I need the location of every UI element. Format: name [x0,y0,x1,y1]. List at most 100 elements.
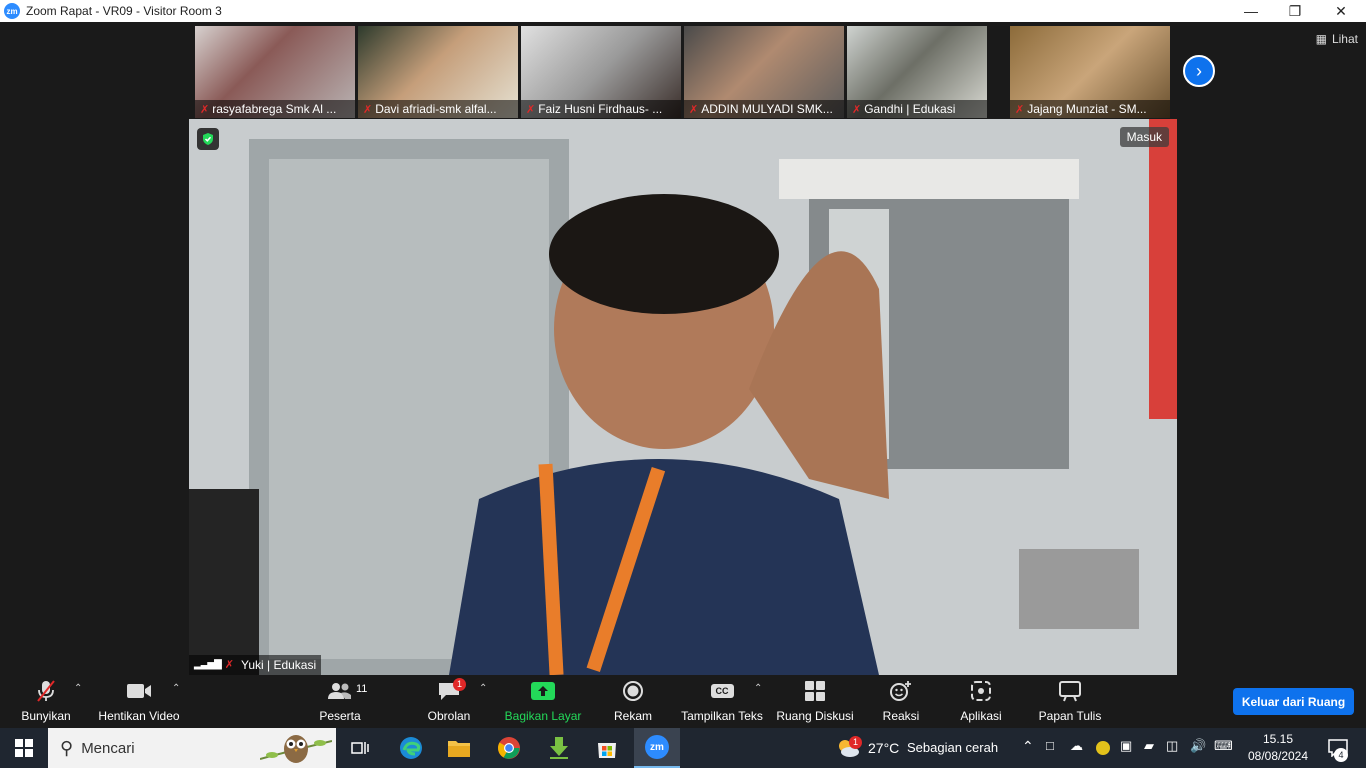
app-tray-icon[interactable] [1096,741,1110,755]
weather-alert-badge: 1 [849,736,863,749]
task-view-icon[interactable] [342,728,378,768]
camera-privacy-icon[interactable]: ▣ [1120,738,1132,754]
participant-name: ✗ ADDIN MULYADI SMK... [684,100,844,118]
download-manager-icon[interactable] [540,728,578,768]
participant-tile[interactable]: ✗ rasyafabrega Smk Al ... [195,26,355,118]
wifi-icon[interactable]: ◫ [1166,738,1178,754]
clock-date: 08/08/2024 [1247,749,1309,763]
share-screen-label: Bagikan Layar [504,709,582,723]
video-camera-icon [126,679,152,703]
emoji-add-icon [889,679,913,703]
breakout-rooms-label: Ruang Diskusi [776,709,854,723]
show-captions-button[interactable]: CC Tampilkan Teks [680,679,764,723]
breakout-rooms-icon [804,679,826,703]
reactions-button[interactable]: Reaksi [882,679,920,723]
clock[interactable]: 15.15 08/08/2024 [1244,731,1312,765]
close-button[interactable]: ✕ [1318,0,1364,22]
apps-label: Aplikasi [960,709,1002,723]
stop-video-label: Hentikan Video [98,709,180,723]
weather-icon[interactable] [832,728,864,768]
cloud-icon[interactable]: ☁ [1070,738,1083,754]
title-bar: zm Zoom Rapat - VR09 - Visitor Room 3 — … [0,0,1366,22]
owl-illustration-icon [260,735,332,763]
participants-label: Peserta [319,709,361,723]
weather-temperature[interactable]: 27°C [868,740,899,756]
leave-room-button[interactable]: Keluar dari Ruang [1233,688,1354,715]
reactions-label: Reaksi [882,709,920,723]
mic-muted-icon: ✗ [1015,104,1025,116]
chrome-browser-icon[interactable] [490,728,528,768]
signal-strength-icon: ▂▃▅▇ [194,659,222,670]
record-button[interactable]: Rekam [612,679,654,723]
edge-browser-icon[interactable] [392,728,430,768]
audio-options-caret-icon[interactable]: ⌃ [74,683,82,694]
show-hidden-icons-chevron-icon[interactable]: ⌃ [1022,738,1034,755]
mic-muted-icon: ✗ [363,104,373,116]
breakout-rooms-button[interactable]: Ruang Diskusi [776,679,854,723]
window-title: Zoom Rapat - VR09 - Visitor Room 3 [26,4,222,18]
next-page-button[interactable]: › [1183,55,1215,87]
closed-captions-icon: CC [710,679,734,703]
stop-video-button[interactable]: Hentikan Video [96,679,182,723]
start-button[interactable] [0,728,48,768]
windows-logo-icon [15,739,33,757]
network-adapter-icon[interactable]: □ [1046,738,1054,753]
mic-muted-icon [35,679,57,703]
participant-name: ✗ rasyafabrega Smk Al ... [195,100,355,118]
taskbar-search-box[interactable]: ⚲ Mencari [48,728,336,768]
meeting-stage: ✗ rasyafabrega Smk Al ... ✗ Davi afriadi-s… [0,22,1366,677]
shield-icon[interactable] [197,128,219,150]
weather-description[interactable]: Sebagian cerah [907,740,998,755]
search-placeholder: Mencari [81,739,135,757]
keyboard-icon[interactable]: ⌨ [1214,738,1233,754]
chat-options-caret-icon[interactable]: ⌃ [479,683,487,694]
windows-taskbar: ⚲ Mencari zm 1 27°C Sebagian cerah ⌃ □ ☁ [0,728,1366,768]
record-icon [622,679,644,703]
video-options-caret-icon[interactable]: ⌃ [172,683,180,694]
participant-tile[interactable]: ✗ Faiz Husni Firdhaus- ... [521,26,681,118]
restore-button[interactable]: ❐ [1272,0,1318,22]
zoom-taskbar-icon[interactable]: zm [634,728,680,768]
chevron-right-icon: › [1196,60,1202,81]
captions-options-caret-icon[interactable]: ⌃ [754,683,762,694]
share-screen-button[interactable]: Bagikan Layar [504,679,582,723]
file-explorer-icon[interactable] [440,728,478,768]
participant-tile[interactable]: ✗ Davi afriadi-smk alfal... [358,26,518,118]
apps-icon [970,679,992,703]
mic-muted-icon: ✗ [689,104,699,116]
view-button[interactable]: ▦ Lihat [1316,32,1358,46]
unmute-label: Bunyikan [21,709,71,723]
mic-muted-icon: ✗ [200,104,210,116]
mic-muted-icon: ✗ [526,104,536,116]
participant-name: ✗ Gandhi | Edukasi [847,100,987,118]
volume-icon[interactable]: 🔊 [1190,738,1206,754]
participant-name: ✗ Faiz Husni Firdhaus- ... [521,100,681,118]
chat-label: Obrolan [427,709,471,723]
apps-button[interactable]: Aplikasi [958,679,1004,723]
meeting-toolbar: Bunyikan ⌃ Hentikan Video ⌃ Peserta 11 O… [0,677,1366,728]
speaker-name: Yuki | Edukasi [240,658,317,672]
microphone-icon[interactable]: ▰ [1144,738,1154,754]
whiteboard-button[interactable]: Papan Tulis [1036,679,1104,723]
chat-button[interactable]: Obrolan [424,679,474,723]
mic-muted-icon: ✗ [224,659,234,671]
participant-name: ✗ Jajang Munziat - SM... [1010,100,1170,118]
clock-time: 15.15 [1262,732,1294,746]
participant-tile[interactable]: ✗ ADDIN MULYADI SMK... [684,26,844,118]
speaker-video-frame [189,119,1177,675]
search-icon: ⚲ [60,737,74,758]
zoom-logo-icon: zm [4,3,20,19]
show-captions-label: Tampilkan Teks [681,709,763,723]
participants-icon [327,679,353,703]
minimize-button[interactable]: — [1228,0,1274,22]
mic-muted-icon: ✗ [852,104,862,116]
participant-tile[interactable]: ✗ Jajang Munziat - SM... [1010,26,1170,118]
participant-tile[interactable]: ✗ Gandhi | Edukasi [847,26,987,118]
participants-count: 11 [356,683,368,695]
share-screen-icon [531,679,555,703]
notification-count: 4 [1334,748,1348,762]
record-label: Rekam [613,709,652,723]
chat-unread-badge: 1 [453,678,467,691]
microsoft-store-icon[interactable] [588,728,626,768]
unmute-button[interactable]: Bunyikan [16,679,76,723]
